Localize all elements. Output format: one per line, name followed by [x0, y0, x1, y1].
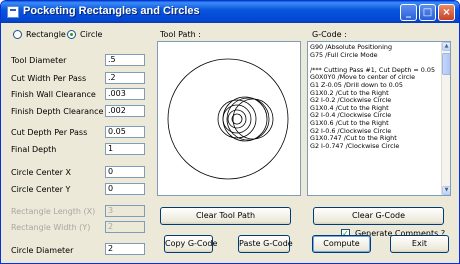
exit-button[interactable]: Exit [390, 235, 449, 253]
tool-diameter-field[interactable]: .5 [105, 54, 145, 66]
gcode-line: G75 /Full Circle Mode [310, 51, 378, 59]
scroll-thumb[interactable] [442, 53, 450, 75]
toolpath-drawing [167, 58, 289, 180]
tool-diameter-label: Tool Diameter [11, 56, 67, 65]
center-x-label: Circle Center X [11, 168, 71, 177]
rect-width-label: Rectangle Width (Y) [11, 223, 91, 232]
final-depth-label: Final Depth [11, 145, 57, 154]
gcode-textarea[interactable]: G90 /Absolute Positioning G75 /Full Circl… [307, 41, 451, 196]
gcode-line: G1 Z-0.05 /Drill down to 0.05 [310, 81, 403, 89]
toolpath-circle-4 [217, 99, 257, 139]
rect-width-field: 2 [105, 221, 145, 233]
rect-length-label: Rectangle Length (X) [11, 207, 96, 216]
toolpath-circle-3 [222, 96, 268, 142]
cut-width-label: Cut Width Per Pass [11, 74, 87, 83]
toolpath-label: Tool Path : [160, 30, 201, 39]
final-depth-field[interactable]: 1 [105, 143, 145, 155]
circle-diameter-label: Circle Diameter [11, 246, 74, 255]
center-x-field[interactable]: 0 [105, 166, 145, 178]
circle-radio[interactable] [67, 30, 76, 39]
gcode-line: G1X0.6 /Cut to the Right [310, 119, 389, 127]
circle-diameter-field[interactable]: 2 [105, 243, 145, 255]
cut-depth-label: Cut Depth Per Pass [11, 128, 88, 137]
toolpath-circle-7 [231, 113, 243, 125]
gcode-scrollbar[interactable]: ▲ ▼ [441, 42, 450, 195]
cut-width-field[interactable]: .2 [105, 72, 145, 84]
gcode-line-list: G90 /Absolute Positioning G75 /Full Circl… [308, 44, 441, 150]
finish-wall-field[interactable]: .003 [105, 88, 145, 100]
circle-radio-label: Circle [80, 30, 103, 39]
gcode-line: G1X0.4 /Cut to the Right [310, 104, 389, 112]
toolpath-canvas [157, 41, 301, 196]
center-y-label: Circle Center Y [11, 185, 71, 194]
rectangle-radio-label: Rectangle [26, 30, 66, 39]
gcode-line: G2 I-0.4 /Clockwise Circle [310, 112, 392, 120]
main-content: Rectangle Circle Tool Diameter .5 Cut Wi… [1, 23, 459, 263]
gcode-line: G2 I-0.2 /Clockwise Circle [310, 97, 392, 105]
center-y-field[interactable]: 0 [105, 183, 145, 195]
clear-gcode-button[interactable]: Clear G-Code [313, 207, 444, 225]
scroll-down-icon[interactable]: ▼ [442, 186, 450, 195]
gcode-line: G90 /Absolute Positioning [310, 44, 392, 51]
copy-gcode-button[interactable]: Copy G-Code [164, 235, 217, 253]
gcode-line: G2 I-0.747 /Clockwise Circle [310, 142, 400, 150]
title-bar[interactable]: Pocketing Rectangles and Circles _ □ × [1, 1, 459, 23]
cut-depth-field[interactable]: 0.05 [105, 126, 145, 138]
maximize-button[interactable]: □ [419, 4, 436, 21]
gcode-line: /*** Cutting Pass #1, Cut Depth = 0.05 [310, 66, 436, 74]
gcode-label: G-Code : [312, 30, 347, 39]
app-window: Pocketing Rectangles and Circles _ □ × R… [0, 0, 460, 264]
rectangle-radio[interactable] [13, 30, 22, 39]
finish-depth-field[interactable]: .002 [105, 105, 145, 117]
minimize-button[interactable]: _ [400, 4, 417, 21]
gcode-line: G2 I-0.6 /Clockwise Circle [310, 127, 392, 135]
finish-wall-label: Finish Wall Clearance [11, 90, 96, 99]
close-button[interactable]: × [438, 4, 455, 21]
window-title: Pocketing Rectangles and Circles [23, 5, 200, 17]
clear-toolpath-button[interactable]: Clear Tool Path [160, 207, 291, 225]
paste-gcode-button[interactable]: Paste G-Code [238, 235, 293, 253]
gcode-line: G0X0Y0 /Move to center of circle [310, 74, 416, 82]
app-icon [7, 6, 19, 18]
gcode-line [308, 59, 441, 67]
scroll-up-icon[interactable]: ▲ [442, 42, 450, 51]
compute-button[interactable]: Compute [312, 235, 371, 253]
rect-length-field: 3 [105, 205, 145, 217]
toolpath-circle-6 [227, 109, 247, 129]
gcode-line: G1X0.2 /Cut to the Right [310, 89, 389, 97]
finish-depth-label: Finish Depth Clearance [11, 107, 104, 116]
gcode-line: G1X0.747 /Cut to the Right [310, 135, 397, 143]
